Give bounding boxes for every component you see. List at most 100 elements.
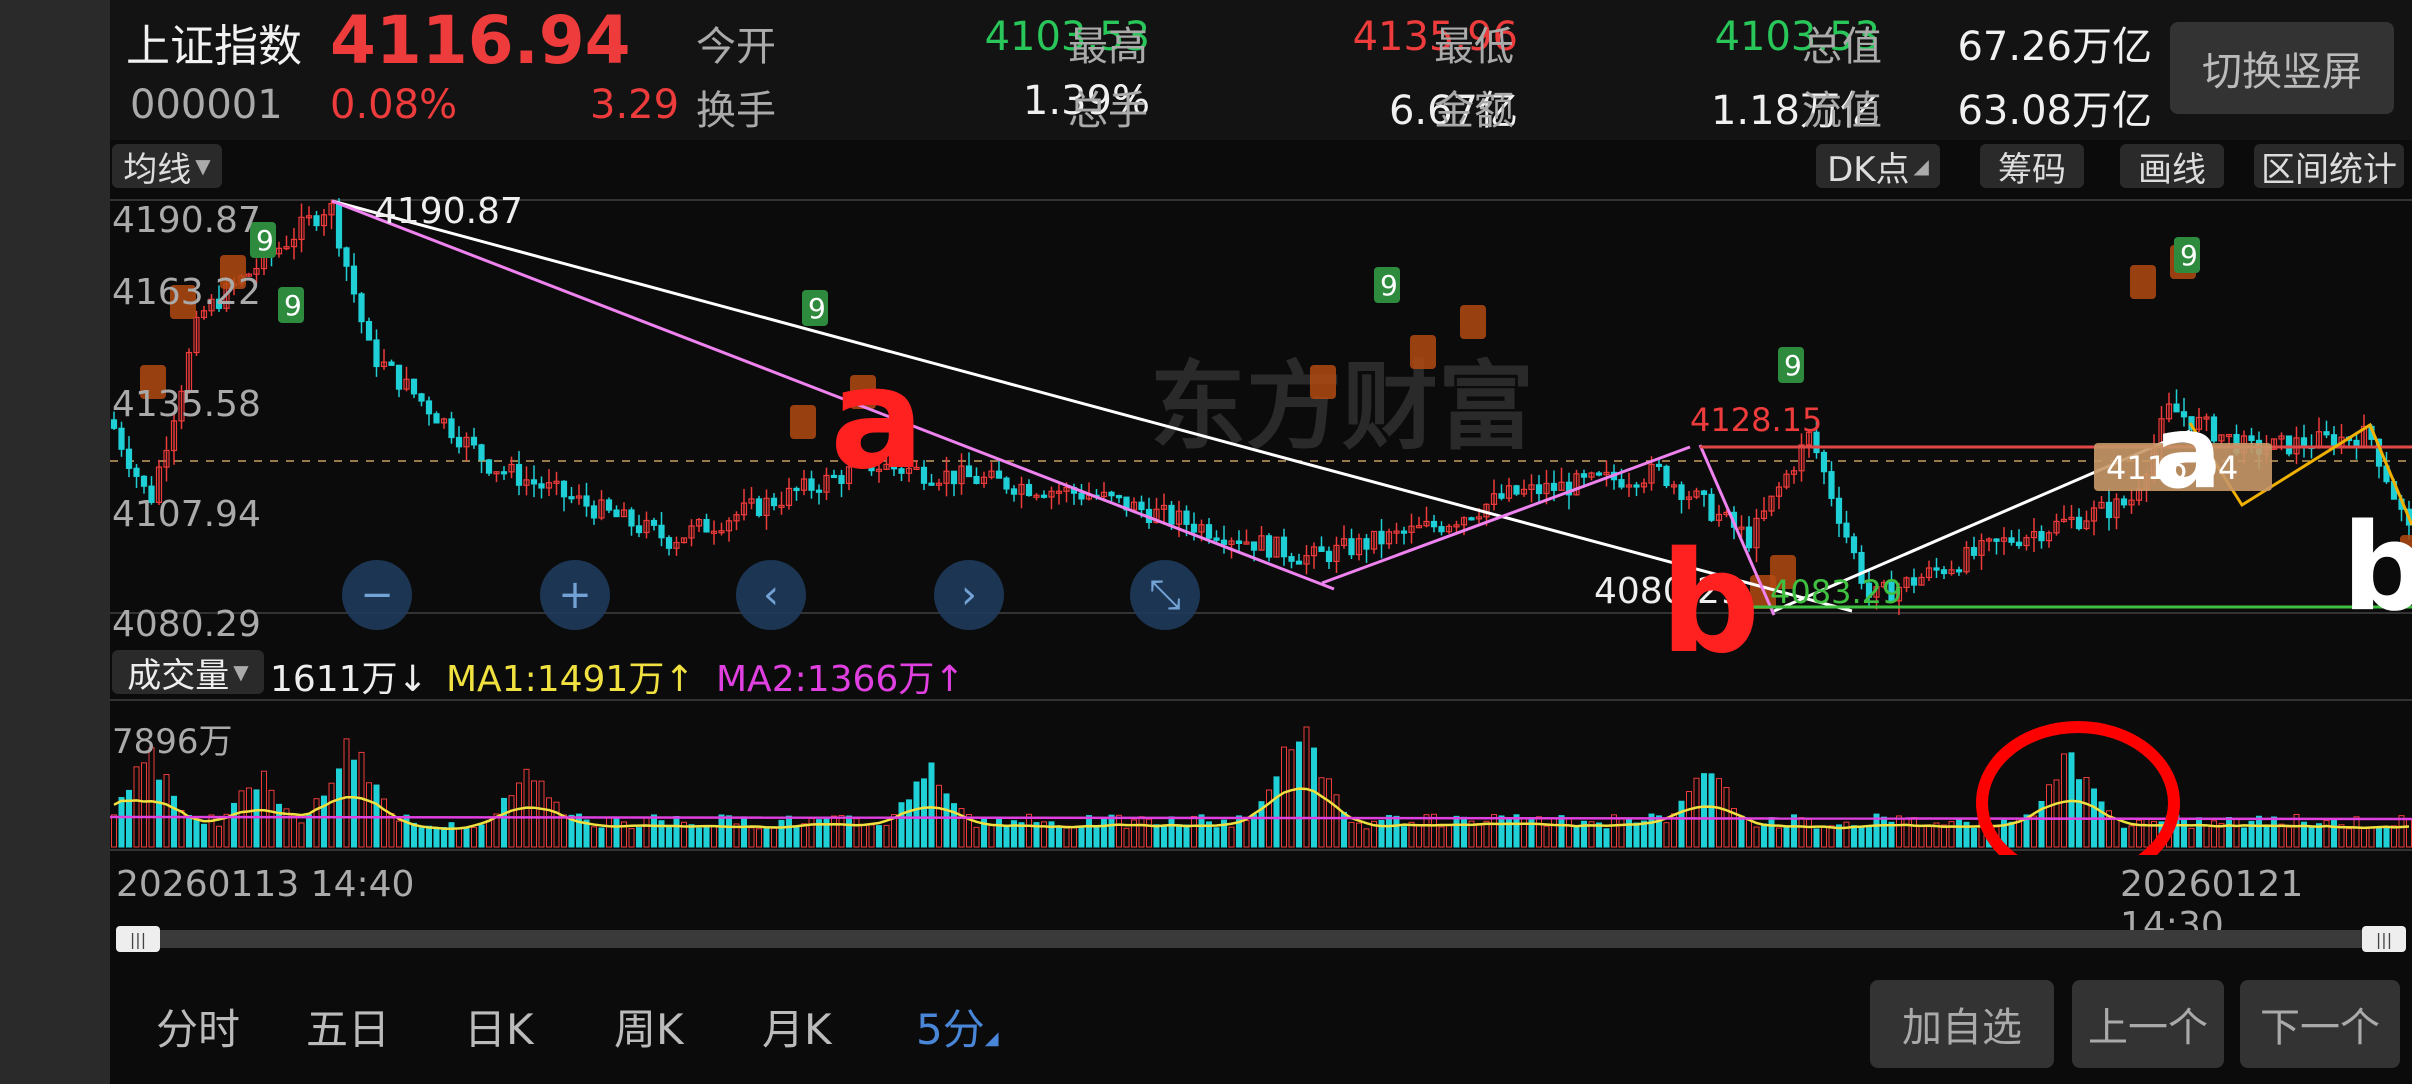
chip-button[interactable]: 筹码 [1980, 144, 2084, 190]
annotation-letter: a [2154, 394, 2221, 511]
volume-bar [1116, 814, 1122, 848]
volume-bar [1281, 746, 1287, 848]
zoom-in-button[interactable]: + [540, 560, 610, 630]
candle-body [1850, 536, 1858, 554]
volume-bar [456, 827, 462, 848]
kline-app: 上证指数 4116.94 000001 0.08% 3.29 今开 4103.5… [110, 0, 2412, 1084]
volume-bar [1401, 826, 1407, 848]
volume-bar [561, 814, 567, 848]
volume-bar [876, 825, 882, 848]
candle-body [628, 509, 635, 527]
volume-label: 成交量 [127, 655, 230, 696]
y-tick-3: 4135.58 [112, 384, 261, 425]
tab-daily-k[interactable]: 日K [464, 996, 534, 1057]
candle-body [2105, 501, 2113, 519]
candle-body [2075, 516, 2083, 530]
tab-5min[interactable]: 5分◢ [916, 996, 999, 1057]
volume-bar [381, 798, 387, 848]
volume-bar [2391, 825, 2397, 848]
volume-bar [1423, 814, 1430, 848]
volume-max-tick: 7896万 [112, 722, 233, 762]
annotation-letter: b [2342, 499, 2412, 638]
volume-bar [133, 766, 140, 848]
tab-five-day[interactable]: 五日 [306, 996, 390, 1057]
volume-bar [711, 825, 717, 848]
volume-bar [801, 823, 807, 848]
draw-line-button[interactable]: 画线 [2120, 144, 2224, 190]
volume-bar [126, 789, 132, 848]
candle-body [928, 482, 935, 486]
volume-bar [613, 817, 620, 848]
volume-bar [1393, 815, 1400, 848]
ma-dropdown[interactable]: 均线 ▼ [112, 144, 222, 190]
dk-nine-label: 9 [2180, 239, 2198, 272]
volume-bar [2083, 777, 2090, 848]
switch-portrait-button[interactable]: 切换竖屏 [2170, 22, 2394, 114]
volume-bar [636, 827, 642, 848]
range-stats-button[interactable]: 区间统计 [2254, 144, 2404, 190]
tab-weekly-k[interactable]: 周K [614, 996, 684, 1057]
candle-body [1550, 482, 1558, 491]
candle-body [1498, 493, 1505, 499]
volume-bar [1311, 747, 1317, 848]
arrow-down-icon: ↓ [397, 659, 428, 700]
candle-body [635, 525, 643, 534]
stat-turnover-label: 换手 [696, 88, 776, 134]
candle-body [1220, 539, 1228, 545]
volume-bar [606, 816, 612, 848]
reset-zoom-button[interactable]: ⤡ [1130, 560, 1200, 630]
arrow-up-icon: ↑ [934, 659, 965, 700]
volume-bar [1678, 800, 1685, 848]
timeline-scrollbar[interactable] [118, 930, 2406, 948]
volume-bar [1573, 826, 1580, 848]
scroll-left-button[interactable]: ‹ [736, 560, 806, 630]
candle-body [1235, 540, 1243, 544]
volume-bar [1123, 827, 1130, 848]
volume-bar [1228, 826, 1235, 848]
candle-body [2008, 537, 2015, 543]
candle-body [583, 495, 590, 507]
scroll-handle-left[interactable]: ||| [116, 926, 160, 952]
volume-bar [2203, 824, 2210, 848]
kline-chart[interactable]: 东方财富 99 9999 4190.874128.154080.29 4083.29… [110, 195, 2412, 855]
volume-bar [1296, 741, 1302, 848]
volume-bar [2121, 827, 2127, 848]
previous-stock-button[interactable]: 上一个 [2072, 980, 2224, 1068]
volume-bar [2323, 819, 2330, 848]
scroll-handle-right[interactable]: ||| [2362, 926, 2406, 952]
y-tick-1: 4190.87 [112, 200, 261, 241]
add-watchlist-button[interactable]: 加自选 [1870, 980, 2054, 1068]
dk-point-button[interactable]: DK点 ◢ [1816, 144, 1940, 190]
candle-body [1040, 494, 1048, 498]
next-stock-button[interactable]: 下一个 [2240, 980, 2400, 1068]
candle-body [1115, 495, 1123, 499]
dk-marker [790, 405, 816, 439]
volume-bar [1828, 825, 1835, 848]
candle-body [1078, 492, 1085, 500]
volume-ma2: MA2:1366万↑ [716, 650, 965, 702]
volume-bar [351, 759, 357, 848]
scroll-right-button[interactable]: › [934, 560, 1004, 630]
volume-bar [1078, 826, 1085, 848]
candle-body [500, 471, 508, 475]
volume-bar [1783, 825, 1790, 848]
candle-body [538, 483, 545, 489]
candle-body [2015, 541, 2023, 547]
volume-bar [1213, 827, 1220, 848]
volume-bar [591, 826, 597, 848]
dk-nine-label: 9 [284, 289, 302, 322]
candle-body [335, 202, 343, 249]
volume-bar [1768, 817, 1775, 848]
stat-float-cap-value: 63.08万亿 [1957, 88, 2152, 134]
tab-monthly-k[interactable]: 月K [762, 996, 832, 1057]
volume-ma2-value: MA2:1366万 [716, 659, 935, 700]
volume-bar [1273, 776, 1280, 848]
volume-indicator-dropdown[interactable]: 成交量 ▼ [112, 650, 264, 696]
dk-nine-label: 9 [1784, 349, 1802, 382]
volume-bar [973, 826, 980, 848]
tab-intraday[interactable]: 分时 [156, 996, 240, 1057]
volume-bar [1476, 823, 1482, 848]
zoom-out-button[interactable]: − [342, 560, 412, 630]
high-price-label: 4190.87 [374, 195, 523, 232]
volume-bar [1858, 827, 1865, 848]
